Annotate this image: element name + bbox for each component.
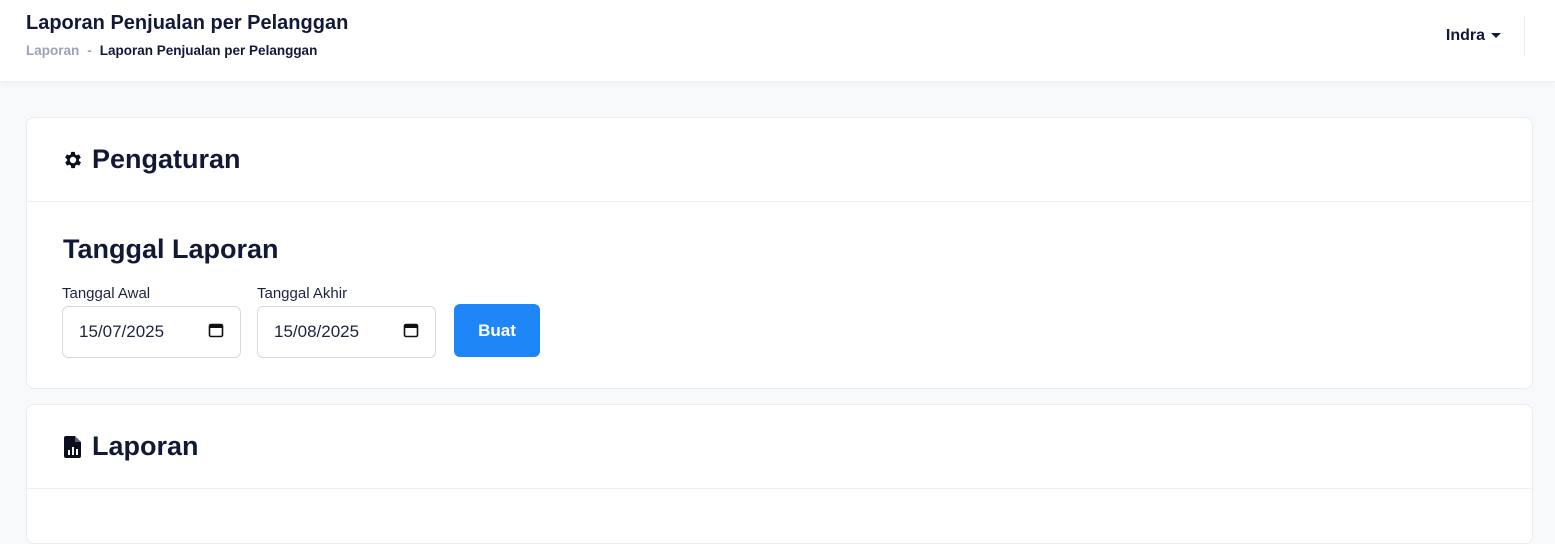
- top-bar: Laporan Penjualan per Pelanggan Laporan …: [0, 0, 1555, 82]
- caret-down-icon: [1491, 32, 1501, 38]
- end-date-field: Tanggal Akhir 15/08/2025: [257, 285, 436, 358]
- start-date-label: Tanggal Awal: [62, 285, 151, 302]
- report-card: Laporan: [26, 404, 1533, 544]
- user-name: Indra: [1445, 27, 1485, 44]
- generate-report-button[interactable]: Buat: [454, 304, 540, 357]
- calendar-icon[interactable]: [208, 322, 224, 343]
- start-date-input[interactable]: 15/07/2025: [62, 306, 241, 358]
- calendar-icon[interactable]: [403, 322, 419, 343]
- end-date-value: 15/08/2025: [274, 322, 360, 341]
- settings-card: Pengaturan Tanggal Laporan Tanggal Awal …: [26, 117, 1533, 389]
- breadcrumb-link-laporan[interactable]: Laporan: [26, 43, 79, 58]
- topbar-divider: [1524, 16, 1525, 56]
- breadcrumb-separator: -: [87, 43, 92, 58]
- start-date-field: Tanggal Awal 15/07/2025: [62, 285, 241, 358]
- page-title: Laporan Penjualan per Pelanggan: [26, 12, 349, 34]
- settings-card-header: Pengaturan: [27, 118, 1532, 202]
- section-title-tanggal-laporan: Tanggal Laporan: [63, 234, 279, 264]
- end-date-label: Tanggal Akhir: [257, 285, 348, 302]
- report-card-title: Laporan: [92, 431, 199, 461]
- report-card-header: Laporan: [27, 405, 1532, 489]
- breadcrumb-current: Laporan Penjualan per Pelanggan: [99, 43, 318, 58]
- user-menu-dropdown[interactable]: Indra: [1446, 27, 1501, 45]
- start-date-value: 15/07/2025: [79, 322, 165, 341]
- gear-icon: [62, 149, 84, 171]
- end-date-input[interactable]: 15/08/2025: [257, 306, 436, 358]
- file-chart-icon: [62, 435, 84, 458]
- settings-card-title: Pengaturan: [92, 144, 241, 174]
- breadcrumb: Laporan - Laporan Penjualan per Pelangga…: [26, 43, 317, 58]
